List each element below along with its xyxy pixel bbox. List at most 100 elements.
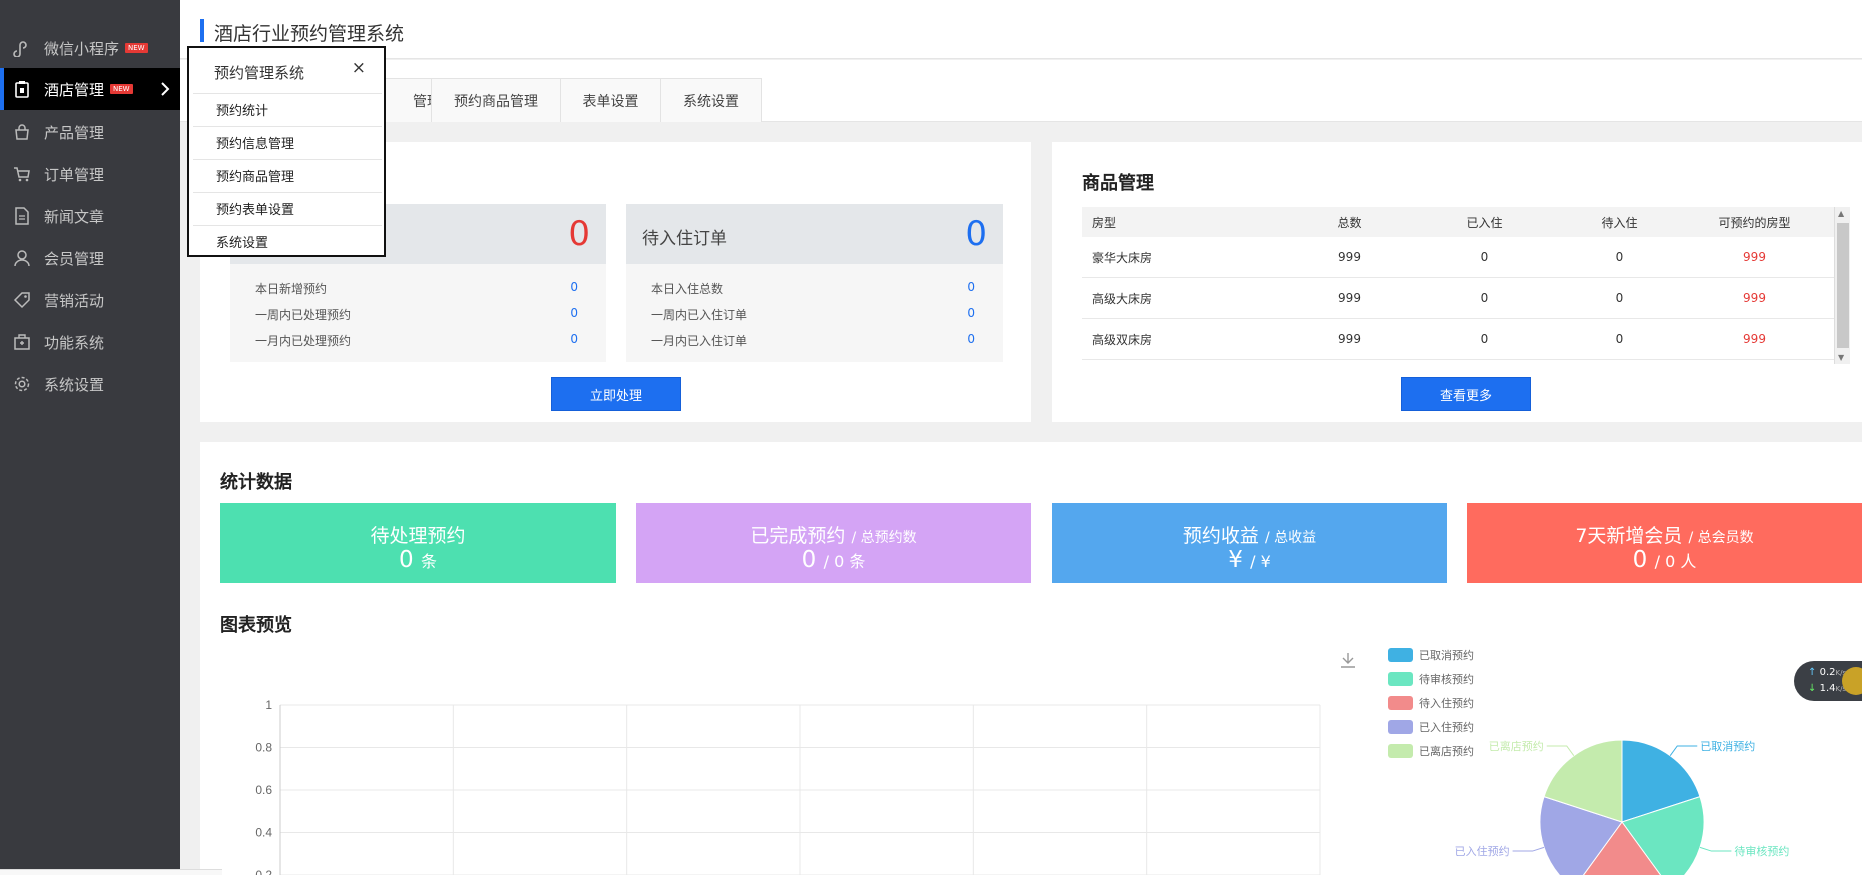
process-now-button[interactable]: 立即处理 <box>551 377 681 411</box>
stat-label: 7天新增会员 <box>1575 525 1683 547</box>
stat-unit: / ¥ <box>1250 552 1271 571</box>
y-tick-label: 0.4 <box>255 826 272 840</box>
checkin-order-card: 待入住订单 0 本日入住总数 0 一周内已入住订单 0 一月内已入住订单 0 <box>626 204 1003 362</box>
y-tick-label: 0.6 <box>255 783 272 797</box>
sidebar-item-label: 酒店管理 <box>44 80 105 99</box>
goods-table: 房型 总数 已入住 待入住 可预约的房型 豪华大床房 999 0 0 999 高… <box>1082 207 1834 360</box>
scrollbar-thumb[interactable] <box>1837 223 1849 348</box>
card-stat-row: 本日新增预约 0 <box>255 280 578 306</box>
pie-label-line <box>1512 846 1545 852</box>
stat-value: 0 <box>399 547 414 573</box>
table-cell: 0 <box>1615 250 1624 264</box>
row-label: 本日新增预约 <box>255 282 328 296</box>
legend-swatch <box>1388 648 1413 662</box>
pie-label: 已入住预约 <box>1455 844 1510 858</box>
line-chart: 1 0.8 0.6 0.4 0.2 <box>255 698 1321 875</box>
sidebar-item-label: 新闻文章 <box>44 207 105 226</box>
user-icon <box>10 246 34 270</box>
tab-form-settings[interactable]: 表单设置 <box>560 78 661 122</box>
upload-speed: ↑ 0.2K/s <box>1808 667 1847 678</box>
sidebar-item-mini-program[interactable]: 微信小程序 NEW <box>0 27 180 69</box>
sidebar-item-label: 产品管理 <box>44 123 105 142</box>
pending-count: 0 <box>568 214 590 254</box>
page-header: 酒店行业预约管理系统 <box>180 0 1862 59</box>
tab-system-settings[interactable]: 系统设置 <box>660 78 762 122</box>
table-cell: 999 <box>1338 291 1361 305</box>
stat-label: 待处理预约 <box>370 525 466 547</box>
stat-value-line: 0 / 0 条 <box>636 547 1031 573</box>
stat-card-completed: 已完成预约 / 总预约数 0 / 0 条 <box>636 503 1031 583</box>
table-row[interactable]: 豪华大床房 999 0 0 999 <box>1082 237 1834 278</box>
card-label: 待入住订单 <box>642 229 727 249</box>
row-label: 一月内已入住订单 <box>651 334 748 348</box>
table-cell: 999 <box>1338 250 1361 264</box>
document-icon <box>10 204 34 228</box>
pie-label: 待审核预约 <box>1734 844 1789 858</box>
bag-icon <box>10 120 34 144</box>
row-label: 一周内已处理预约 <box>255 308 352 322</box>
stat-value: 0 <box>1632 547 1648 573</box>
chart-preview-title: 图表预览 <box>220 615 292 636</box>
sidebar-item-hotel[interactable]: 酒店管理 NEW <box>0 68 180 110</box>
stat-sub: / 总预约数 <box>851 530 917 546</box>
view-more-button[interactable]: 查看更多 <box>1401 377 1531 411</box>
dropdown-item-reservation-form[interactable]: 预约表单设置 <box>193 192 382 224</box>
tag-icon <box>10 288 34 312</box>
table-cell: 0 <box>1615 291 1624 305</box>
column-header: 总数 <box>1337 215 1362 230</box>
stat-sub: / 总收益 <box>1264 530 1317 546</box>
close-icon[interactable]: × <box>352 58 366 78</box>
network-speed-widget[interactable]: ↑ 0.2K/s ↓ 1.4K/s <box>1794 661 1862 701</box>
sidebar-item-functions[interactable]: 功能系统 <box>0 321 180 363</box>
y-tick-label: 0.8 <box>255 741 272 755</box>
page-title: 酒店行业预约管理系统 <box>214 23 405 45</box>
table-cell: 0 <box>1480 332 1489 346</box>
legend-swatch <box>1388 720 1413 734</box>
table-cell: 高级双床房 <box>1092 332 1153 347</box>
tab-goods-management[interactable]: 预约商品管理 <box>431 78 561 122</box>
sidebar-item-orders[interactable]: 订单管理 <box>0 153 180 195</box>
sidebar-item-label: 微信小程序 <box>44 39 120 58</box>
upload-value: 0.2 <box>1819 667 1836 678</box>
pie-label-line <box>1699 846 1732 852</box>
stat-label-line: 已完成预约 / 总预约数 <box>636 521 1031 548</box>
table-row[interactable]: 高级大床房 999 0 0 999 <box>1082 278 1834 319</box>
column-header: 房型 <box>1092 215 1117 230</box>
stat-card-members: 7天新增会员 / 总会员数 0 / 0 人 <box>1467 503 1862 583</box>
pie-label: 已离店预约 <box>1489 739 1544 753</box>
sidebar-item-marketing[interactable]: 营销活动 <box>0 279 180 321</box>
legend-swatch <box>1388 696 1413 710</box>
dropdown-item-reservation-goods[interactable]: 预约商品管理 <box>193 159 382 191</box>
sidebar-item-news[interactable]: 新闻文章 <box>0 195 180 237</box>
stat-unit: / 0 人 <box>1654 552 1697 571</box>
sidebar-item-label: 会员管理 <box>44 249 105 268</box>
scroll-down-icon[interactable]: ▼ <box>1838 353 1844 362</box>
sidebar-item-settings[interactable]: 系统设置 <box>0 363 180 405</box>
pie-label-line <box>1669 745 1698 756</box>
chevron-right-icon <box>160 81 170 101</box>
dropdown-item-reservation-info[interactable]: 预约信息管理 <box>193 126 382 158</box>
pie-chart: 已取消预约待审核预约待入住预约已入住预约已离店预约 已取消预约待审核预约已入住预约… <box>1388 648 1789 875</box>
card-stat-row: 一月内已处理预约 0 <box>255 332 578 358</box>
sidebar-item-products[interactable]: 产品管理 <box>0 111 180 153</box>
table-cell: 0 <box>1615 332 1624 346</box>
dropdown-item-system-settings[interactable]: 系统设置 <box>193 225 382 257</box>
pie-label: 已取消预约 <box>1700 739 1755 753</box>
table-header: 房型 总数 已入住 待入住 可预约的房型 <box>1082 207 1834 237</box>
table-row[interactable]: 高级双床房 999 0 0 999 <box>1082 319 1834 360</box>
scroll-up-icon[interactable]: ▲ <box>1838 209 1844 218</box>
hotel-menu-dropdown: 预约管理系统 × 预约统计 预约信息管理 预约商品管理 预约表单设置 系统设置 <box>187 46 386 257</box>
stat-unit: 条 <box>420 552 437 571</box>
row-value: 0 <box>570 332 578 346</box>
sidebar-item-label: 功能系统 <box>44 333 105 352</box>
row-value: 0 <box>570 280 578 294</box>
dropdown-item-reservation-stats[interactable]: 预约统计 <box>193 93 382 125</box>
table-cell: 豪华大床房 <box>1092 250 1153 265</box>
table-cell: 0 <box>1480 291 1489 305</box>
goods-panel: 商品管理 房型 总数 已入住 待入住 可预约的房型 豪华大床房 999 0 0 … <box>1052 142 1862 422</box>
sidebar-item-members[interactable]: 会员管理 <box>0 237 180 279</box>
stat-value-line: 0 条 <box>220 547 616 573</box>
table-scrollbar[interactable]: ▲ ▼ <box>1834 207 1850 364</box>
legend-label: 已入住预约 <box>1419 720 1474 734</box>
card-stat-row: 本日入住总数 0 <box>651 280 975 306</box>
